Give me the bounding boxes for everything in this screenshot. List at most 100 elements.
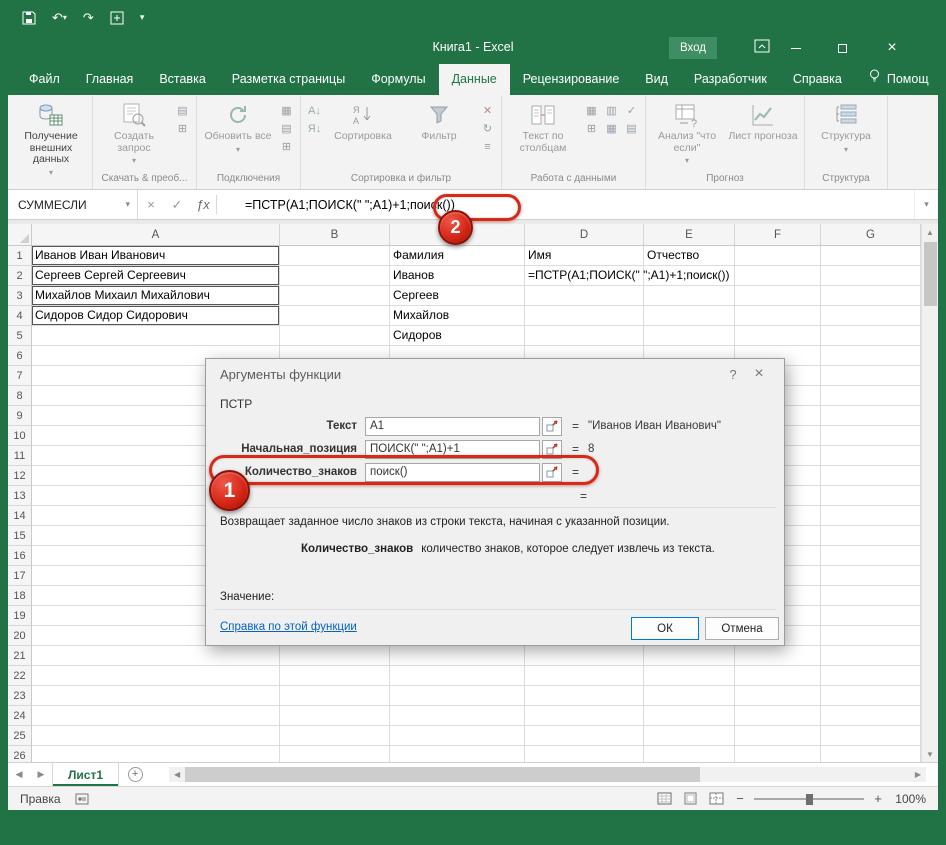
expand-formula-bar-icon[interactable]: ▾ (914, 190, 938, 219)
cell-C3[interactable]: Сергеев (390, 286, 525, 306)
cell-G18[interactable] (821, 586, 921, 606)
hscroll-track[interactable] (700, 767, 910, 782)
row-header-9[interactable]: 9 (8, 406, 32, 426)
tab-insert[interactable]: Вставка (146, 64, 218, 95)
cell-E21[interactable] (644, 646, 735, 666)
outline-button[interactable]: Структура ▾ (808, 97, 884, 155)
cell-B21[interactable] (280, 646, 390, 666)
cell-G22[interactable] (821, 666, 921, 686)
remove-duplicates-icon[interactable]: ▥ (602, 102, 621, 119)
scroll-up-icon[interactable]: ▲ (926, 224, 934, 240)
cell-B5[interactable] (280, 326, 390, 346)
name-box-dropdown-icon[interactable]: ▾ (125, 199, 130, 210)
cell-G5[interactable] (821, 326, 921, 346)
tab-view[interactable]: Вид (632, 64, 681, 95)
forecast-sheet-button[interactable]: Лист прогноза (725, 97, 801, 143)
cell-B23[interactable] (280, 686, 390, 706)
cell-F5[interactable] (735, 326, 821, 346)
cell-G17[interactable] (821, 566, 921, 586)
save-icon[interactable] (22, 11, 36, 25)
cell-G9[interactable] (821, 406, 921, 426)
cell-G6[interactable] (821, 346, 921, 366)
cell-F21[interactable] (735, 646, 821, 666)
tab-review[interactable]: Рецензирование (510, 64, 633, 95)
cell-A24[interactable] (32, 706, 280, 726)
sheet-nav-right-icon[interactable]: ▶ (30, 763, 52, 786)
tab-help[interactable]: Справка (780, 64, 855, 95)
cell-D23[interactable] (525, 686, 644, 706)
row-header-26[interactable]: 26 (8, 746, 32, 762)
cancel-button[interactable]: Отмена (705, 617, 779, 640)
cell-G13[interactable] (821, 486, 921, 506)
cell-E22[interactable] (644, 666, 735, 686)
cell-G15[interactable] (821, 526, 921, 546)
zoom-slider-thumb[interactable] (806, 793, 813, 805)
cell-B1[interactable] (280, 246, 390, 266)
view-page-layout-icon[interactable] (681, 791, 700, 806)
row-header-25[interactable]: 25 (8, 726, 32, 746)
cell-B3[interactable] (280, 286, 390, 306)
relationships-icon[interactable]: ▦ (602, 120, 621, 137)
hscroll-left-icon[interactable]: ◀ (169, 767, 185, 782)
cell-G2[interactable] (821, 266, 921, 286)
cell-G10[interactable] (821, 426, 921, 446)
row-header-15[interactable]: 15 (8, 526, 32, 546)
cell-A2[interactable]: Сергеев Сергей Сергеевич (32, 266, 280, 286)
scroll-down-icon[interactable]: ▼ (926, 746, 934, 762)
row-header-5[interactable]: 5 (8, 326, 32, 346)
row-header-17[interactable]: 17 (8, 566, 32, 586)
view-page-break-icon[interactable] (707, 791, 726, 806)
dialog-close-icon[interactable]: × (746, 365, 772, 383)
filter-button[interactable]: Фильтр (401, 97, 477, 143)
view-normal-icon[interactable] (655, 791, 674, 806)
cell-D21[interactable] (525, 646, 644, 666)
manage-data-model-icon[interactable]: ▤ (622, 120, 641, 137)
sign-in-button[interactable]: Вход (668, 37, 717, 59)
customize-quick-access-icon[interactable]: ▾ (140, 10, 145, 25)
row-header-14[interactable]: 14 (8, 506, 32, 526)
sheet-tab-Лист1[interactable]: Лист1 (52, 763, 120, 786)
cell-A23[interactable] (32, 686, 280, 706)
cell-D2[interactable]: =ПСТР(A1;ПОИСК(" ";A1)+1;поиск()) (525, 266, 729, 286)
touch-mode-icon[interactable] (110, 11, 124, 25)
help-link[interactable]: Справка по этой функции (220, 621, 357, 633)
cell-D3[interactable] (525, 286, 644, 306)
minimize-button[interactable] (784, 36, 808, 60)
cell-A4[interactable]: Сидоров Сидор Сидорович (32, 306, 280, 326)
cell-B2[interactable] (280, 266, 390, 286)
assistant-tab[interactable]: Помощ (855, 64, 942, 95)
cell-C22[interactable] (390, 666, 525, 686)
cell-G21[interactable] (821, 646, 921, 666)
cell-D4[interactable] (525, 306, 644, 326)
cell-E26[interactable] (644, 746, 735, 762)
sort-button[interactable]: Я А Сортировка (325, 97, 401, 143)
cell-F25[interactable] (735, 726, 821, 746)
column-header-A[interactable]: A (32, 224, 280, 245)
vertical-scrollbar[interactable]: ▲ ▼ (921, 224, 938, 762)
column-header-F[interactable]: F (735, 224, 821, 245)
refresh-all-button[interactable]: Обновить все ▾ (200, 97, 276, 155)
tab-home[interactable]: Главная (73, 64, 147, 95)
flash-fill-icon[interactable]: ▦ (582, 102, 601, 119)
row-header-1[interactable]: 1 (8, 246, 32, 266)
horizontal-scroll-thumb[interactable] (185, 767, 700, 782)
row-header-16[interactable]: 16 (8, 546, 32, 566)
cell-B24[interactable] (280, 706, 390, 726)
cell-B22[interactable] (280, 666, 390, 686)
row-header-22[interactable]: 22 (8, 666, 32, 686)
text-to-columns-button[interactable]: Текст по столбцам (505, 97, 581, 154)
tab-formulas[interactable]: Формулы (358, 64, 438, 95)
cell-E25[interactable] (644, 726, 735, 746)
reapply-icon[interactable]: ↻ (478, 120, 497, 137)
cell-G19[interactable] (821, 606, 921, 626)
cell-F24[interactable] (735, 706, 821, 726)
row-header-10[interactable]: 10 (8, 426, 32, 446)
cell-G16[interactable] (821, 546, 921, 566)
cell-A22[interactable] (32, 666, 280, 686)
column-header-G[interactable]: G (821, 224, 921, 245)
from-table-icon[interactable]: ⊞ (173, 120, 192, 137)
cell-B25[interactable] (280, 726, 390, 746)
row-header-6[interactable]: 6 (8, 346, 32, 366)
cell-G4[interactable] (821, 306, 921, 326)
row-header-18[interactable]: 18 (8, 586, 32, 606)
